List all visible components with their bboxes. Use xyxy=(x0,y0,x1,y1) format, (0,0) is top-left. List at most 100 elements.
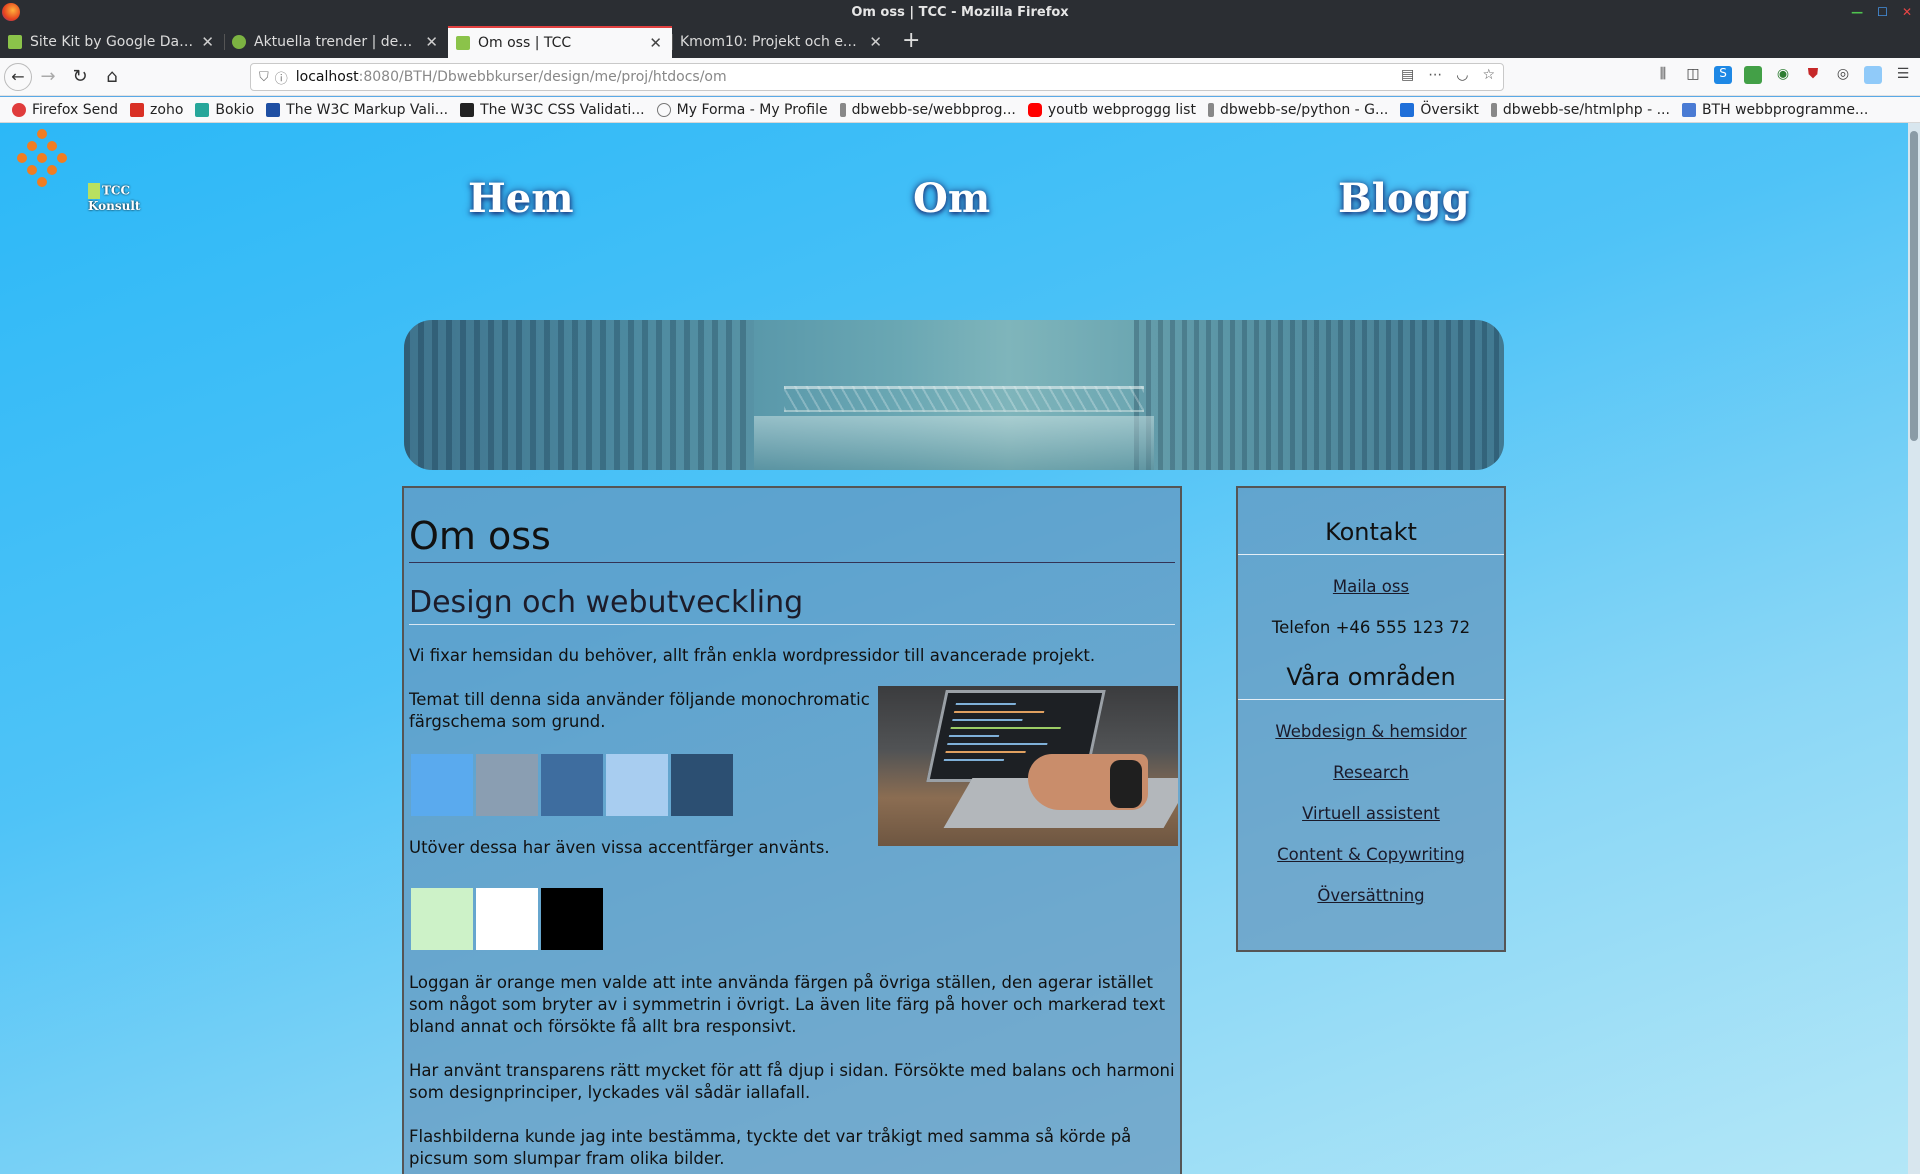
tab-kmom10[interactable]: Kmom10: Projekt och exam ✕ xyxy=(672,26,892,58)
transparency-paragraph: Har använt transparens rätt mycket för a… xyxy=(409,1061,1175,1102)
area-link-research[interactable]: Research xyxy=(1238,763,1504,782)
close-tab-icon[interactable]: ✕ xyxy=(425,33,438,51)
bookmarks-bar: Firefox Send zoho Bokio The W3C Markup V… xyxy=(0,97,1920,123)
forward-icon[interactable]: → xyxy=(32,61,64,93)
main-content: Om oss Design och webutveckling Vi fixar… xyxy=(402,486,1182,1174)
phone-text: Telefon +46 555 123 72 xyxy=(1271,618,1471,637)
url-host: localhost xyxy=(295,69,359,85)
bookmark-star-icon[interactable]: ☆ xyxy=(1482,67,1495,83)
palette-swatch xyxy=(541,754,603,816)
logo-paragraph: Loggan är orange men valde att inte anvä… xyxy=(409,973,1166,1036)
accent-swatch xyxy=(476,888,538,950)
bookmark-zoho[interactable]: zoho xyxy=(130,102,183,118)
close-tab-icon[interactable]: ✕ xyxy=(869,33,882,51)
window-title: Om oss | TCC - Mozilla Firefox xyxy=(851,5,1069,20)
github-icon xyxy=(1490,102,1497,117)
tab-site-kit[interactable]: Site Kit by Google Dashb ✕ xyxy=(0,26,224,58)
navigation-toolbar: ← → ↻ ⌂ ⛉ ⓘ localhost :8080/BTH/Dbwebbku… xyxy=(0,58,1920,96)
hero-bridge xyxy=(784,386,1144,412)
new-tab-button[interactable]: + xyxy=(902,28,920,54)
bookmark-youtube[interactable]: youtb webproggg list xyxy=(1027,102,1196,118)
nav-blogg[interactable]: Blogg xyxy=(1338,175,1470,222)
home-icon[interactable]: ⌂ xyxy=(96,61,128,93)
page-actions-icon[interactable]: ⋯ xyxy=(1428,67,1442,83)
site-info-icon[interactable]: ⓘ xyxy=(275,68,288,87)
pocket-icon[interactable]: ◡ xyxy=(1456,67,1468,83)
extension-blue-icon[interactable] xyxy=(1864,66,1882,84)
bookmark-dbwebb-webbprog[interactable]: dbwebb-se/webbprog... xyxy=(839,102,1016,118)
area-link-virtual-assistant[interactable]: Virtuell assistent xyxy=(1238,804,1504,823)
url-bar[interactable]: ⛉ ⓘ localhost :8080/BTH/Dbwebbkurser/des… xyxy=(250,63,1504,91)
close-tab-icon[interactable]: ✕ xyxy=(201,33,214,51)
library-icon[interactable]: ⫼ xyxy=(1654,66,1672,84)
bookmark-firefox-send[interactable]: Firefox Send xyxy=(12,102,118,118)
laptop-photo xyxy=(878,686,1178,846)
back-icon[interactable]: ← xyxy=(4,62,32,91)
bookmark-label: zoho xyxy=(150,101,184,118)
bookmark-dbwebb-htmlphp[interactable]: dbwebb-se/htmlphp - ... xyxy=(1490,102,1670,118)
tab-favicon xyxy=(232,35,246,49)
palette-swatch xyxy=(476,754,538,816)
ublock-icon[interactable]: ⛊ xyxy=(1804,66,1822,84)
bookmark-w3c-markup[interactable]: The W3C Markup Vali... xyxy=(266,102,448,118)
scrollbar-thumb[interactable] xyxy=(1910,131,1918,441)
tab-aktuella-trender[interactable]: Aktuella trender | design ✕ xyxy=(224,26,448,58)
nav-hem[interactable]: Hem xyxy=(468,175,574,222)
area-link-webdesign[interactable]: Webdesign & hemsidor xyxy=(1238,722,1504,741)
extension-s-icon[interactable]: S xyxy=(1714,66,1732,84)
bookmark-w3c-css[interactable]: The W3C CSS Validati... xyxy=(460,102,645,118)
bookmark-icon xyxy=(460,102,475,117)
logo-badge-icon xyxy=(88,183,100,199)
close-window-icon[interactable]: ✕ xyxy=(1902,0,1912,25)
window-controls: — ☐ ✕ xyxy=(1851,0,1912,25)
palette-paragraph: Temat till denna sida använder följande … xyxy=(409,690,870,731)
bookmark-icon xyxy=(266,102,281,117)
hero-canal xyxy=(754,416,1154,470)
bookmark-label: dbwebb-se/python - G... xyxy=(1219,101,1389,118)
bookmark-dbwebb-python[interactable]: dbwebb-se/python - G... xyxy=(1207,101,1389,118)
bookmark-my-forma[interactable]: My Forma - My Profile xyxy=(656,102,828,118)
maximize-icon[interactable]: ☐ xyxy=(1877,0,1888,25)
bookmark-bth[interactable]: BTH webbprogramme... xyxy=(1681,102,1868,118)
tracking-shield-icon[interactable]: ⛉ xyxy=(259,70,269,85)
site-logo[interactable]: TCC Konsult xyxy=(17,129,182,219)
bookmark-bokio[interactable]: Bokio xyxy=(195,102,254,118)
bookmark-icon xyxy=(130,102,145,117)
sidebar: Kontakt Maila oss Telefon +46 555 123 72… xyxy=(1236,486,1506,952)
nav-om[interactable]: Om xyxy=(913,175,990,222)
close-tab-icon[interactable]: ✕ xyxy=(649,34,662,52)
globe-icon xyxy=(656,102,671,117)
reader-view-icon[interactable]: ▤ xyxy=(1401,67,1414,83)
minimize-icon[interactable]: — xyxy=(1851,0,1863,25)
youtube-icon xyxy=(1027,102,1042,117)
url-actions: ▤ ⋯ ◡ ☆ xyxy=(1401,67,1495,83)
reload-icon[interactable]: ↻ xyxy=(64,61,96,93)
toolbar-extensions: ⫼ ◫ S ◉ ⛊ ◎ ☰ xyxy=(1654,66,1912,84)
page-scrollbar[interactable] xyxy=(1908,123,1920,1174)
extension-green-icon[interactable] xyxy=(1744,66,1762,84)
github-icon xyxy=(1207,102,1214,117)
flash-images-paragraph: Flashbilderna kunde jag inte bestämma, t… xyxy=(409,1127,1132,1168)
tab-label: Site Kit by Google Dashb xyxy=(30,34,196,50)
account-icon[interactable]: ◎ xyxy=(1834,66,1852,84)
sidebar-icon[interactable]: ◫ xyxy=(1684,66,1702,84)
tab-favicon xyxy=(8,35,22,49)
mail-link[interactable]: Maila oss xyxy=(1238,577,1504,596)
bookmark-icon xyxy=(1400,102,1415,117)
web-page: TCC Konsult Hem Om Blogg Om oss Design o… xyxy=(0,123,1920,1174)
extension-circle-icon[interactable]: ◉ xyxy=(1774,66,1792,84)
accent-swatch xyxy=(541,888,603,950)
bookmark-oversikt[interactable]: Översikt xyxy=(1400,102,1479,118)
bookmark-icon xyxy=(12,102,26,117)
hero-building-left xyxy=(404,320,754,470)
tab-label: Aktuella trender | design xyxy=(254,34,420,50)
palette-swatch xyxy=(671,754,733,816)
tab-om-oss[interactable]: Om oss | TCC ✕ xyxy=(448,26,672,58)
tab-label: Kmom10: Projekt och exam xyxy=(680,34,864,50)
menu-icon[interactable]: ☰ xyxy=(1894,66,1912,84)
bookmark-label: The W3C Markup Vali... xyxy=(286,101,449,118)
area-link-translation[interactable]: Översättning xyxy=(1238,886,1504,905)
area-link-content[interactable]: Content & Copywriting xyxy=(1238,845,1504,864)
hero-building-right xyxy=(1134,320,1504,470)
tab-favicon xyxy=(456,36,470,50)
